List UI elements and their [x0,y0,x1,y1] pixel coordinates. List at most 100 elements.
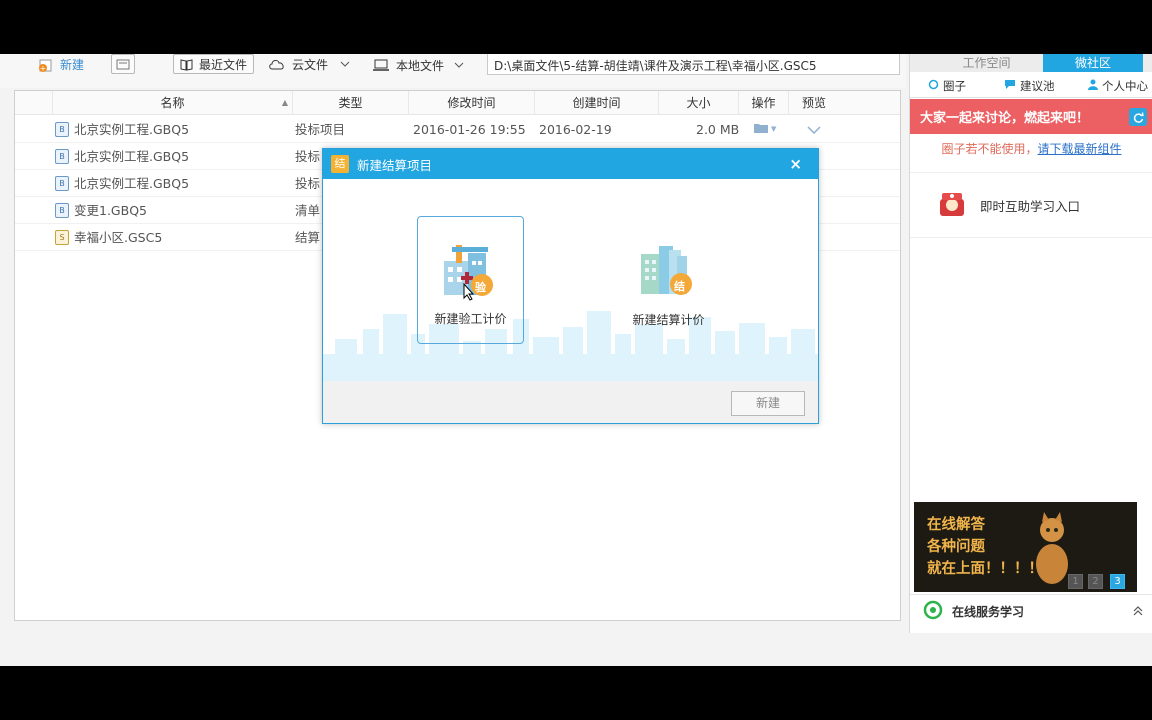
file-name: 北京实例工程.GBQ5 [74,176,190,191]
folder-icon [753,116,769,143]
open-folder-button[interactable] [111,54,135,74]
new-button[interactable]: + 新建 [38,54,84,74]
laptop-icon [372,59,390,72]
gbq-file-icon: B [55,122,69,137]
cloud-files-button[interactable]: 云文件 [268,54,350,74]
gbq-file-icon: B [55,203,69,218]
file-name-cell: B 北京实例工程.GBQ5 [55,170,189,197]
file-modified: 2016-01-26 19:55 [413,122,526,137]
file-type: 投标 [295,149,321,164]
gift-icon [938,191,966,220]
header-spacer [15,91,53,115]
dialog-title: 新建结算项目 [357,157,433,173]
header-name-label: 名称 [160,96,185,110]
file-name-cell: S 幸福小区.GSC5 [55,224,162,251]
online-service-label: 在线服务学习 [952,605,1025,619]
new-inspection-pricing-label: 新建验工计价 [434,312,507,326]
header-created[interactable]: 创建时间 [535,91,659,115]
header-name[interactable]: 名称 ▲ [53,91,293,115]
file-name-cell: B 北京实例工程.GBQ5 [55,116,189,143]
file-name: 幸福小区.GSC5 [74,230,163,245]
circle-icon [928,74,939,98]
close-icon[interactable]: × [789,155,802,173]
cloud-icon [268,58,286,70]
community-panel: 工作空间 微社区 圈子 建议池 个人中心 大家一起来讨论，燃起来吧！ 圈子若不能… [909,54,1152,633]
tab-community[interactable]: 微社区 [1043,54,1143,72]
sort-up-icon: ▲ [281,98,288,107]
banner-text: 大家一起来讨论，燃起来吧！ [920,111,1090,126]
header-type[interactable]: 类型 [293,91,409,115]
settlement-badge: 结 [674,280,685,293]
file-created: 2016-02-19 [539,122,612,137]
notice-text: 圈子若不能使用， [941,142,1038,156]
new-settlement-dialog: 结 新建结算项目 × 验 新建验工计价 结 新建结算计价 新建 [322,148,819,424]
online-service[interactable]: 在线服务学习 [910,594,1152,628]
cloud-files-label: 云文件 [292,57,329,72]
ad-page-1[interactable]: 1 [1068,574,1083,589]
subtab-suggestions[interactable]: 建议池 [1004,74,1055,98]
file-type: 投标项目 [295,122,346,137]
toolbar: + 新建 最近文件 云文件 本地文件 D:\桌面文件\5-结算-胡佳靖\课件及演… [0,54,906,88]
file-type: 投标 [295,176,321,191]
local-files-button[interactable]: 本地文件 [372,55,464,75]
header-size[interactable]: 大小 [659,91,739,115]
file-name-cell: B 变更1.GBQ5 [55,197,147,224]
local-files-label: 本地文件 [396,58,445,73]
subtab-personal[interactable]: 个人中心 [1088,74,1148,98]
recent-files-button[interactable]: 最近文件 [173,54,255,74]
folder-open-icon [112,58,134,70]
header-action: 操作 [739,91,789,115]
gbq-file-icon: B [55,149,69,164]
settlement-building-icon [637,238,699,303]
learning-entry[interactable]: 即时互助学习入口 [910,172,1152,238]
download-component-link[interactable]: 请下载最新组件 [1038,142,1122,156]
file-name: 北京实例工程.GBQ5 [74,122,190,137]
caret-down-icon: ▼ [771,125,777,133]
collapse-up-icon[interactable] [1133,605,1143,619]
learning-entry-label: 即时互助学习入口 [980,198,1081,214]
dialog-titlebar: 结 新建结算项目 × [323,149,818,179]
open-folder-action[interactable]: ▼ [753,116,776,143]
preview-toggle[interactable] [807,116,821,143]
subtab-circle[interactable]: 圈子 [928,74,966,98]
svg-text:+: + [40,64,47,72]
new-file-icon: + [38,56,54,72]
file-type: 结算 [295,230,321,245]
file-name: 变更1.GBQ5 [74,203,147,218]
ad-banner[interactable]: 在线解答 各种问题 就在上面！！！！！ 1 2 3 [914,502,1137,592]
header-modified[interactable]: 修改时间 [409,91,535,115]
chevron-down-icon [454,62,464,68]
chevron-down-icon [340,61,350,67]
ad-page-2[interactable]: 2 [1088,574,1103,589]
file-name: 北京实例工程.GBQ5 [74,149,190,164]
gbq-file-icon: B [55,176,69,191]
tab-workspace[interactable]: 工作空间 [928,54,1045,72]
dialog-body: 验 新建验工计价 结 新建结算计价 [323,179,818,381]
header-preview: 预览 [801,96,826,110]
new-settlement-pricing-label: 新建结算计价 [632,313,705,327]
city-skyline-image [323,311,818,381]
inspection-badge: 验 [475,281,486,294]
file-size: 2.0 MB [696,122,740,137]
book-icon [180,58,193,71]
path-field[interactable]: D:\桌面文件\5-结算-胡佳靖\课件及演示工程\幸福小区.GSC5 [487,54,900,75]
new-label: 新建 [60,57,85,72]
refresh-icon[interactable] [1129,108,1147,126]
community-banner: 大家一起来讨论，燃起来吧！ [910,99,1152,134]
table-row[interactable]: B 北京实例工程.GBQ5 投标项目 2016-01-26 19:55 2016… [15,116,900,143]
new-inspection-pricing-option[interactable]: 验 新建验工计价 [417,216,524,344]
community-subtabs: 圈子 建议池 个人中心 [910,74,1152,98]
chevron-down-icon [807,116,821,143]
settlement-badge-icon: 结 [331,155,349,173]
chat-icon [1004,74,1016,98]
recent-files-label: 最近文件 [199,57,248,72]
component-notice: 圈子若不能使用，请下载最新组件 [910,140,1152,157]
user-icon [1088,74,1098,98]
file-name-cell: B 北京实例工程.GBQ5 [55,143,189,170]
subtab-personal-label: 个人中心 [1102,79,1148,93]
mouse-cursor-icon [463,282,475,304]
dialog-new-button[interactable]: 新建 [731,391,805,416]
panel-tabs: 工作空间 微社区 [910,54,1152,72]
ad-page-3[interactable]: 3 [1110,574,1125,589]
new-settlement-pricing-option[interactable]: 结 新建结算计价 [615,216,722,344]
